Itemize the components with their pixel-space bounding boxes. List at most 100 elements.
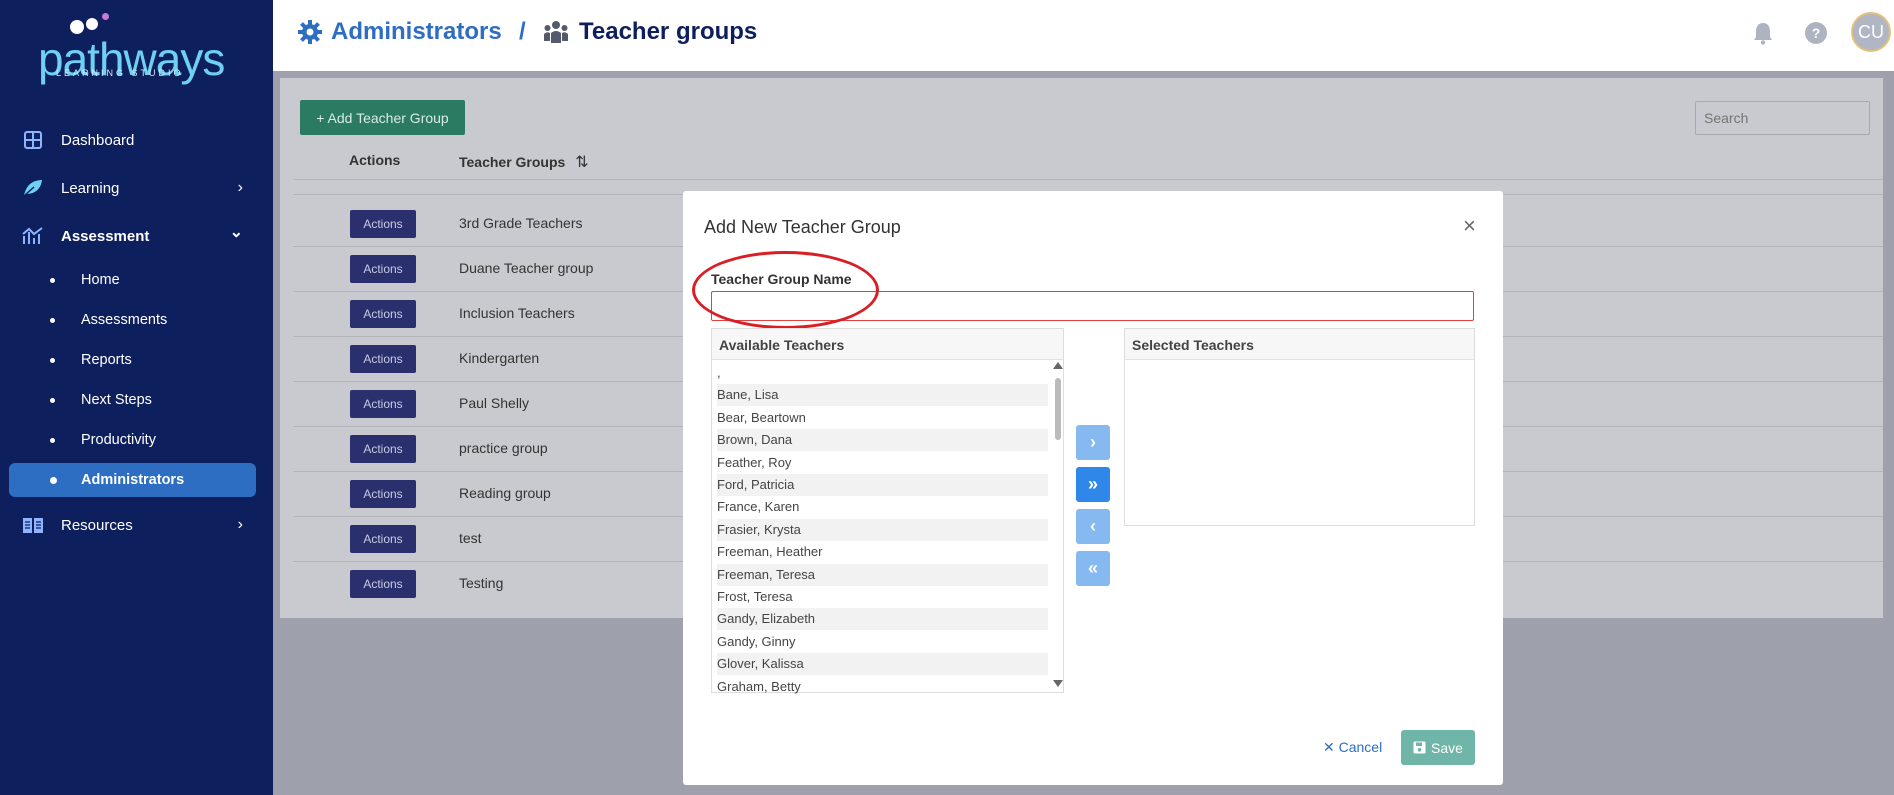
modal-title: Add New Teacher Group [704, 217, 901, 237]
sort-icon[interactable]: ⇅ [575, 154, 588, 171]
book-icon [22, 514, 44, 536]
available-teacher-item[interactable]: Ford, Patricia [717, 474, 1048, 496]
available-teachers-list[interactable]: Available Teachers , Bane, Lisa Bear, Bear… [711, 328, 1064, 694]
gear-icon [297, 19, 323, 45]
available-teacher-item[interactable]: Bear, Beartown [717, 407, 1048, 429]
sub-item-productivity[interactable]: Productivity [0, 422, 273, 458]
bullet-icon [50, 397, 55, 403]
bullet-icon [50, 476, 57, 484]
nav-learning[interactable]: Learning › [0, 168, 273, 208]
cancel-button[interactable]: ✕ Cancel [1323, 739, 1382, 756]
search-input[interactable] [1695, 101, 1870, 135]
page-title: Teacher groups [543, 18, 757, 46]
teacher-group-name: test [459, 530, 482, 546]
sub-item-reports[interactable]: Reports [0, 342, 273, 378]
logo-dot [86, 18, 98, 30]
sub-label: Assessments [81, 312, 168, 328]
available-teacher-item[interactable]: Graham, Betty [717, 676, 1048, 698]
available-teacher-item[interactable]: Freeman, Teresa [717, 563, 1048, 586]
available-teacher-item[interactable]: Frasier, Krysta [717, 518, 1048, 541]
sub-item-next-steps[interactable]: Next Steps [0, 382, 273, 418]
sub-label: Next Steps [81, 392, 152, 408]
top-header: Administrators / Teacher groups ? CU [273, 0, 1894, 71]
scroll-thumb[interactable] [1055, 378, 1061, 440]
chevron-right-icon: › [237, 179, 243, 196]
avatar[interactable]: CU [1851, 12, 1891, 52]
available-teacher-item[interactable]: Frost, Teresa [717, 586, 1048, 608]
nav-assessment[interactable]: Assessment ⌄ [0, 216, 273, 256]
teacher-group-name: Kindergarten [459, 350, 540, 366]
teacher-group-name: Paul Shelly [459, 395, 530, 411]
nav-dashboard[interactable]: Dashboard [0, 120, 273, 160]
scrollbar[interactable] [1052, 360, 1064, 690]
selected-teachers-list[interactable]: Selected Teachers [1124, 328, 1475, 526]
floppy-icon [1413, 741, 1426, 754]
add-teacher-group-button[interactable]: + Add Teacher Group [300, 100, 465, 135]
row-actions-button[interactable]: Actions [350, 345, 416, 373]
cancel-label: Cancel [1338, 739, 1383, 755]
remove-all-button[interactable]: « [1076, 551, 1110, 586]
teacher-group-name: Testing [459, 575, 504, 591]
row-actions-button[interactable]: Actions [350, 390, 416, 418]
scroll-down-icon[interactable] [1053, 680, 1063, 687]
chevron-right-icon: › [237, 516, 243, 533]
row-actions-button[interactable]: Actions [350, 480, 416, 508]
row-actions-button[interactable]: Actions [350, 570, 416, 598]
available-teacher-item[interactable]: France, Karen [717, 496, 1048, 518]
remove-selected-button[interactable]: ‹ [1076, 509, 1110, 544]
nav-label: Assessment [61, 227, 150, 245]
available-teacher-item[interactable]: Freeman, Heather [717, 541, 1048, 563]
scroll-up-icon[interactable] [1053, 362, 1063, 369]
column-header-actions: Actions [349, 152, 401, 168]
chevron-down-icon: ⌄ [229, 224, 243, 241]
add-teacher-group-modal: Add New Teacher Group × Teacher Group Na… [683, 191, 1503, 785]
pathways-logo[interactable]: pathways LEARNING STUDIO [38, 12, 238, 85]
close-icon[interactable]: × [1463, 213, 1476, 239]
teacher-group-name: practice group [459, 440, 548, 456]
svg-text:?: ? [1812, 25, 1821, 41]
sub-item-home[interactable]: Home [0, 262, 273, 298]
available-teacher-item[interactable]: , [717, 362, 1048, 384]
row-actions-button[interactable]: Actions [350, 525, 416, 553]
breadcrumb-separator: / [519, 18, 526, 45]
page-title-label: Teacher groups [579, 18, 758, 45]
available-teacher-item[interactable]: Glover, Kalissa [717, 653, 1048, 676]
red-highlight-circle [692, 251, 879, 329]
row-actions-button[interactable]: Actions [350, 300, 416, 328]
column-header-label: Teacher Groups [459, 154, 566, 170]
teacher-group-name: Inclusion Teachers [459, 305, 575, 321]
selected-teachers-header: Selected Teachers [1125, 329, 1474, 360]
sub-item-administrators[interactable]: Administrators [9, 463, 256, 497]
row-actions-button[interactable]: Actions [350, 210, 416, 238]
logo-dot [102, 13, 109, 20]
teacher-group-name: Reading group [459, 485, 551, 501]
available-teacher-item[interactable]: Feather, Roy [717, 452, 1048, 474]
logo-tagline: LEARNING STUDIO [56, 68, 184, 78]
teacher-group-name: Duane Teacher group [459, 260, 594, 276]
save-label: Save [1431, 739, 1463, 756]
available-teachers-header: Available Teachers [712, 329, 1063, 360]
help-icon[interactable]: ? [1803, 20, 1829, 46]
sub-label: Administrators [81, 472, 185, 488]
nav-resources[interactable]: Resources › [0, 505, 273, 545]
available-teacher-item[interactable]: Gandy, Elizabeth [717, 608, 1048, 631]
nav-label: Dashboard [61, 131, 135, 149]
sub-label: Home [81, 272, 120, 288]
column-header-teacher-groups[interactable]: Teacher Groups ⇅ [459, 152, 589, 172]
save-button[interactable]: Save [1401, 730, 1475, 765]
move-selected-button[interactable]: › [1076, 425, 1110, 460]
table-divider [293, 179, 1883, 180]
bullet-icon [50, 277, 55, 283]
available-teacher-item[interactable]: Bane, Lisa [717, 384, 1048, 407]
move-all-button[interactable]: » [1076, 467, 1110, 502]
sub-label: Reports [81, 352, 132, 368]
bullet-icon [50, 437, 55, 443]
breadcrumb-administrators[interactable]: Administrators [297, 18, 502, 46]
row-actions-button[interactable]: Actions [350, 255, 416, 283]
sub-item-assessments[interactable]: Assessments [0, 302, 273, 338]
bullet-icon [50, 357, 55, 363]
bell-icon[interactable] [1750, 20, 1776, 46]
available-teacher-item[interactable]: Gandy, Ginny [717, 631, 1048, 653]
available-teacher-item[interactable]: Brown, Dana [717, 429, 1048, 452]
row-actions-button[interactable]: Actions [350, 435, 416, 463]
